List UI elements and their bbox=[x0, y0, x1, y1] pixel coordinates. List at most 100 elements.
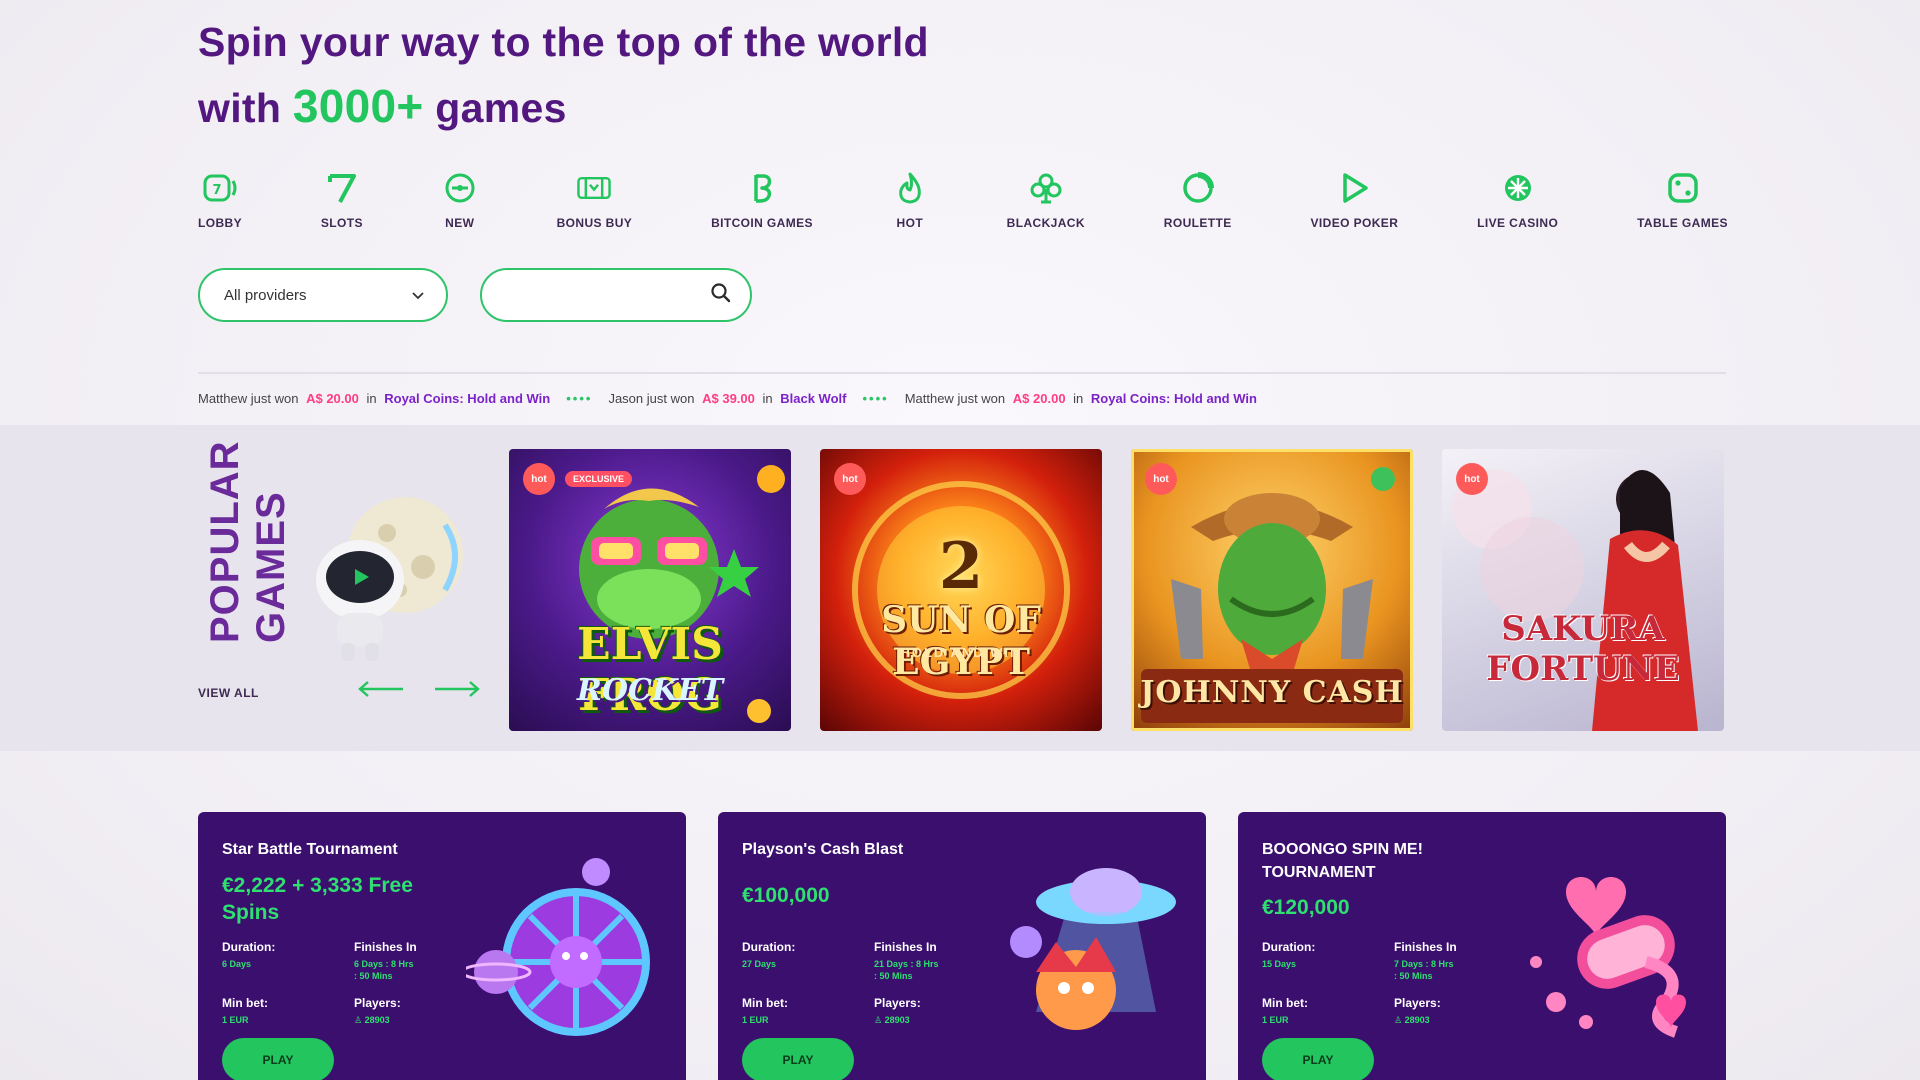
user-icon: ♙ bbox=[874, 1015, 883, 1025]
game-title: SUN OF EGYPT bbox=[881, 599, 1041, 683]
search-input[interactable] bbox=[504, 286, 710, 304]
tournament-card: BOOONGO SPIN ME! TOURNAMENT €120,000 Dur… bbox=[1238, 812, 1726, 1080]
hero-games-count: 3000+ bbox=[292, 80, 424, 132]
min-bet-info: Min bet: 1 EUR bbox=[742, 996, 788, 1025]
category-bitcoin-games[interactable]: BITCOIN GAMES bbox=[711, 170, 813, 230]
tournament-title: BOOONGO SPIN ME! TOURNAMENT bbox=[1262, 841, 1423, 881]
ticker-text: just won bbox=[957, 391, 1006, 406]
game-tile-sun-of-egypt[interactable]: hot 2 SUN OF EGYPT HOLD AND WIN bbox=[820, 449, 1102, 731]
winners-ticker: Matthew just won A$ 20.00 in Royal Coins… bbox=[198, 391, 1257, 406]
arrow-left-icon[interactable] bbox=[357, 679, 405, 699]
game-subtitle: ROCKET bbox=[576, 673, 724, 708]
finishes-info: Finishes In 6 Days : 8 Hrs : 50 Mins bbox=[354, 940, 417, 981]
finishes-info: Finishes In 21 Days : 8 Hrs : 50 Mins bbox=[874, 940, 939, 981]
category-slots[interactable]: SLOTS bbox=[321, 170, 363, 230]
tournament-prize: €120,000 bbox=[1262, 896, 1350, 919]
hero-line2-prefix: with bbox=[198, 85, 282, 131]
seven-icon bbox=[324, 170, 360, 206]
game-title: SAKURA FORTUNE bbox=[1486, 609, 1680, 689]
ticker-user: Jason bbox=[608, 391, 644, 406]
ticker-item: Jason just won A$ 39.00 in Black Wolf bbox=[608, 391, 846, 406]
dice-icon bbox=[1665, 170, 1701, 206]
category-label: SLOTS bbox=[320, 216, 363, 230]
play-button[interactable]: PLAY bbox=[1262, 1038, 1374, 1080]
duration-info: Duration: 15 Days bbox=[1262, 940, 1316, 969]
live-icon bbox=[1500, 170, 1536, 206]
tournament-card: Playson's Cash Blast €100,000 Duration: 2… bbox=[718, 812, 1206, 1080]
category-new[interactable]: NEW bbox=[442, 170, 478, 230]
category-label: VIDEO POKER bbox=[1310, 216, 1399, 230]
play-button[interactable]: PLAY bbox=[742, 1038, 854, 1080]
game-tile-johnny-cash[interactable]: hot JOHNNY CASH bbox=[1131, 449, 1413, 731]
section-divider bbox=[198, 372, 1726, 374]
game-title: JOHNNY CASH bbox=[1140, 675, 1404, 710]
flame-icon bbox=[892, 170, 928, 206]
view-all-link[interactable]: VIEW ALL bbox=[198, 686, 259, 700]
category-label: LIVE CASINO bbox=[1477, 216, 1559, 230]
search-box bbox=[480, 268, 752, 322]
astronaut-mascot bbox=[305, 485, 475, 665]
tournament-prize: €100,000 bbox=[742, 884, 830, 907]
search-icon[interactable] bbox=[710, 282, 732, 309]
players-info: Players: ♙ 28903 bbox=[354, 996, 401, 1025]
popular-games-section: POPULAR GAMES VIEW ALL hot EXCLUSIVE ELV… bbox=[0, 425, 1920, 751]
popular-title-line1: POPULAR bbox=[203, 440, 247, 643]
min-bet-info: Min bet: 1 EUR bbox=[222, 996, 268, 1025]
category-label: TABLE GAMES bbox=[1637, 216, 1728, 230]
ticker-game-link[interactable]: Black Wolf bbox=[780, 391, 846, 406]
ticker-text: just won bbox=[250, 391, 299, 406]
category-lobby[interactable]: 7 LOBBY bbox=[198, 170, 242, 230]
ticker-game-link[interactable]: Royal Coins: Hold and Win bbox=[384, 391, 550, 406]
new-icon bbox=[442, 170, 478, 206]
category-roulette[interactable]: ROULETTE bbox=[1164, 170, 1232, 230]
ticker-user: Matthew bbox=[198, 391, 248, 406]
category-label: HOT bbox=[896, 216, 924, 230]
tournament-prize: €2,222 + 3,333 Free Spins bbox=[222, 874, 413, 924]
ufo-jester-art bbox=[986, 852, 1186, 1052]
hot-badge: hot bbox=[523, 463, 555, 495]
category-label: BONUS BUY bbox=[556, 216, 633, 230]
category-blackjack[interactable]: BLACKJACK bbox=[1007, 170, 1085, 230]
ticker-amount: A$ 39.00 bbox=[702, 391, 755, 406]
ticker-user: Matthew bbox=[904, 391, 954, 406]
bonus-buy-icon bbox=[576, 170, 612, 206]
exclusive-badge: EXCLUSIVE bbox=[565, 471, 633, 487]
category-video-poker[interactable]: VIDEO POKER bbox=[1311, 170, 1399, 230]
user-icon: ♙ bbox=[1394, 1015, 1403, 1025]
popular-games-title: POPULAR GAMES bbox=[198, 435, 294, 655]
hero-line2-suffix: games bbox=[435, 85, 567, 131]
category-live-casino[interactable]: LIVE CASINO bbox=[1477, 170, 1558, 230]
arrow-right-icon[interactable] bbox=[433, 679, 481, 699]
ticker-text: just won bbox=[646, 391, 695, 406]
tournament-card: Star Battle Tournament €2,222 + 3,333 Fr… bbox=[198, 812, 686, 1080]
players-info: Players: ♙ 28903 bbox=[874, 996, 921, 1025]
finishes-info: Finishes In 7 Days : 8 Hrs : 50 Mins bbox=[1394, 940, 1457, 981]
ticker-separator: •••• bbox=[566, 391, 593, 406]
ticker-in: in bbox=[366, 391, 377, 406]
category-table-games[interactable]: TABLE GAMES bbox=[1637, 170, 1728, 230]
category-label: NEW bbox=[445, 216, 475, 230]
provider-select[interactable]: All providers bbox=[198, 268, 448, 322]
hero-line1: Spin your way to the top of the world bbox=[198, 19, 929, 65]
tournaments-row: Star Battle Tournament €2,222 + 3,333 Fr… bbox=[198, 812, 1726, 1080]
category-hot[interactable]: HOT bbox=[892, 170, 928, 230]
players-info: Players: ♙ 28903 bbox=[1394, 996, 1441, 1025]
category-label: BLACKJACK bbox=[1006, 216, 1085, 230]
game-tile-sakura-fortune[interactable]: hot SAKURA FORTUNE bbox=[1442, 449, 1724, 731]
category-bonus-buy[interactable]: BONUS BUY bbox=[557, 170, 633, 230]
ticker-game-link[interactable]: Royal Coins: Hold and Win bbox=[1091, 391, 1257, 406]
min-bet-info: Min bet: 1 EUR bbox=[1262, 996, 1308, 1025]
game-tile-elvis-frog[interactable]: hot EXCLUSIVE ELVIS FROG ROCKET bbox=[509, 449, 791, 731]
duration-info: Duration: 6 Days bbox=[222, 940, 276, 969]
club-icon bbox=[1028, 170, 1064, 206]
game-number: 2 bbox=[938, 529, 984, 604]
hot-badge: hot bbox=[1456, 463, 1488, 495]
category-label: ROULETTE bbox=[1163, 216, 1232, 230]
hearts-slot-art bbox=[1506, 852, 1706, 1052]
hot-badge: hot bbox=[834, 463, 866, 495]
ticker-in: in bbox=[762, 391, 773, 406]
user-icon: ♙ bbox=[354, 1015, 363, 1025]
ticker-item: Matthew just won A$ 20.00 in Royal Coins… bbox=[905, 391, 1257, 406]
play-button[interactable]: PLAY bbox=[222, 1038, 334, 1080]
ticker-item: Matthew just won A$ 20.00 in Royal Coins… bbox=[198, 391, 550, 406]
